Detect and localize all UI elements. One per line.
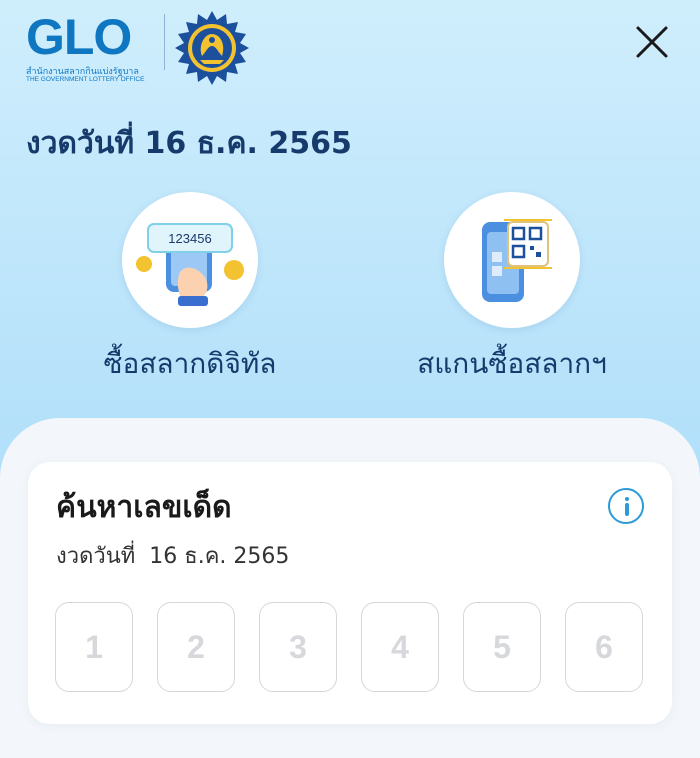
digit-placeholder: 5 [493,628,511,665]
ticket-number: 123456 [168,231,211,246]
buy-digital-lottery-button[interactable]: 123456 ซื้อสลากดิจิทัล [80,192,300,386]
digit-input-2[interactable]: 2 [157,602,235,692]
scan-icon-circle [444,192,580,328]
government-emblem-icon [175,11,249,85]
digit-placeholder: 1 [85,628,103,665]
digit-input-1[interactable]: 1 [55,602,133,692]
glo-logo: GLO สำนักงานสลากกินแบ่งรัฐบาล THE GOVERN… [26,9,154,83]
digit-placeholder: 6 [595,628,613,665]
draw-label: งวดวันที่ [56,544,136,569]
scan-buy-label: สแกนซื้อสลากฯ [417,347,607,380]
draw-date-value: 16 ธ.ค. 2565 [149,544,290,569]
digit-input-3[interactable]: 3 [259,602,337,692]
digit-placeholder: 4 [391,628,409,665]
search-card-title: ค้นหาเลขเด็ด [56,490,232,525]
digit-input-row: 1 2 3 4 5 6 [55,602,655,696]
close-icon[interactable] [632,22,672,62]
logo-divider [164,14,165,70]
buy-digital-icon-circle: 123456 [122,192,258,328]
scan-buy-lottery-button[interactable]: สแกนซื้อสลากฯ [402,192,622,386]
info-icon[interactable] [608,488,644,524]
phone-qr-scan-icon [482,219,552,302]
digit-placeholder: 2 [187,628,205,665]
buy-digital-label: ซื้อสลากดิจิทัล [103,347,277,380]
digit-input-6[interactable]: 6 [565,602,643,692]
logo-letters: GLO [26,9,132,65]
header: GLO สำนักงานสลากกินแบ่งรัฐบาล THE GOVERN… [0,0,700,90]
digit-input-5[interactable]: 5 [463,602,541,692]
lucky-number-search-card: ค้นหาเลขเด็ด งวดวันที่ 16 ธ.ค. 2565 1 2 … [28,462,672,724]
search-card-draw-date: งวดวันที่ 16 ธ.ค. 2565 [56,538,289,573]
logo-english-text: THE GOVERNMENT LOTTERY OFFICE [26,76,145,83]
digit-placeholder: 3 [289,628,307,665]
digit-input-4[interactable]: 4 [361,602,439,692]
draw-date-title: งวดวันที่ 16 ธ.ค. 2565 [26,126,352,161]
phone-ticket-icon: 123456 [136,223,244,306]
